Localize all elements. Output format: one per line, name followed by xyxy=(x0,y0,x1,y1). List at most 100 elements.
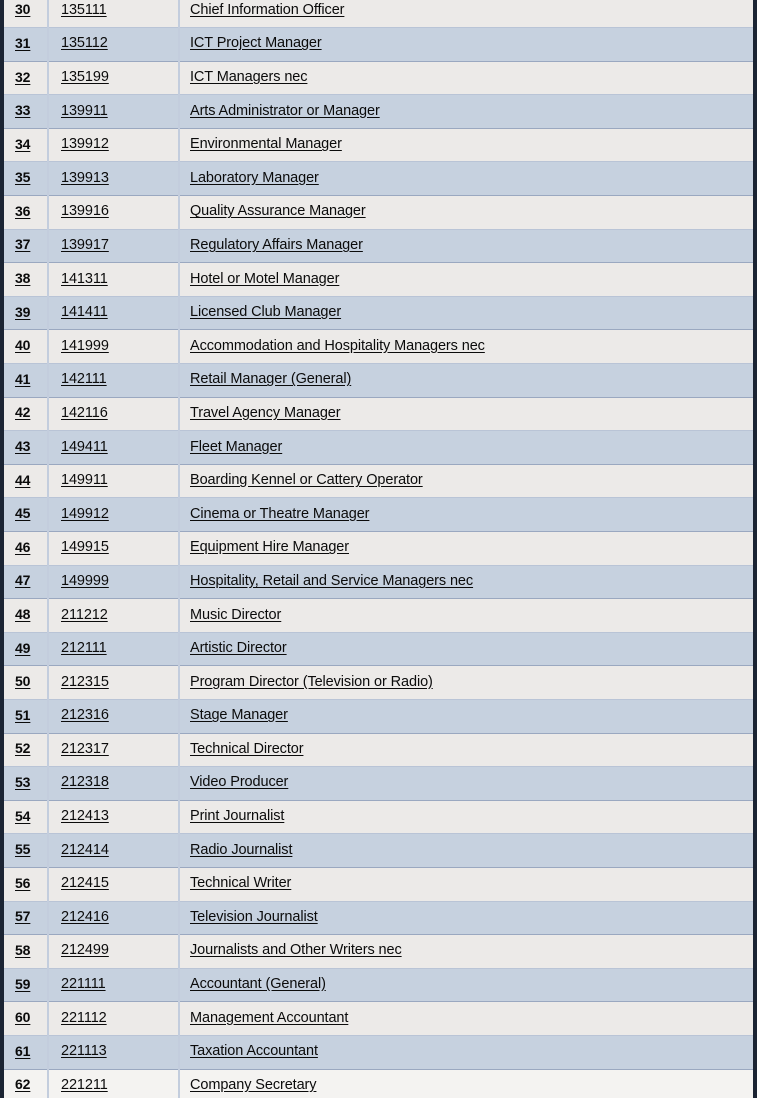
occupation-name-link[interactable]: Retail Manager (General) xyxy=(190,371,351,387)
anzsco-code-link[interactable]: 149411 xyxy=(61,439,108,455)
occupation-name-link[interactable]: Television Journalist xyxy=(190,909,318,925)
anzsco-code-link[interactable]: 135112 xyxy=(61,35,108,51)
occupation-name-link[interactable]: Chief Information Officer xyxy=(190,2,344,18)
anzsco-code-link[interactable]: 212416 xyxy=(61,909,109,925)
row-index-link[interactable]: 58 xyxy=(15,942,30,958)
occupation-name-link[interactable]: Program Director (Television or Radio) xyxy=(190,674,433,690)
row-index-link[interactable]: 47 xyxy=(15,572,30,588)
occupation-name-link[interactable]: Management Accountant xyxy=(190,1010,348,1026)
row-index-link[interactable]: 39 xyxy=(15,304,30,320)
occupation-name-link[interactable]: ICT Managers nec xyxy=(190,69,308,85)
row-index-link[interactable]: 52 xyxy=(15,740,30,756)
occupation-name-link[interactable]: Music Director xyxy=(190,607,281,623)
anzsco-code-link[interactable]: 149999 xyxy=(61,573,109,589)
row-index-link[interactable]: 34 xyxy=(15,136,30,152)
occupation-name-link[interactable]: Travel Agency Manager xyxy=(190,405,341,421)
occupation-name-link[interactable]: Technical Writer xyxy=(190,875,291,891)
row-index-link[interactable]: 40 xyxy=(15,337,30,353)
occupation-name-link[interactable]: Boarding Kennel or Cattery Operator xyxy=(190,472,423,488)
anzsco-code-link[interactable]: 139912 xyxy=(61,136,109,152)
occupation-name-link[interactable]: Journalists and Other Writers nec xyxy=(190,942,402,958)
row-index-link[interactable]: 35 xyxy=(15,169,30,185)
row-index-link[interactable]: 32 xyxy=(15,69,30,85)
anzsco-code-link[interactable]: 212317 xyxy=(61,741,109,757)
occupation-name-link[interactable]: Video Producer xyxy=(190,774,288,791)
anzsco-code-link[interactable]: 212415 xyxy=(61,875,109,891)
row-index-link[interactable]: 33 xyxy=(15,102,30,118)
row-index-link[interactable]: 57 xyxy=(15,908,30,924)
occupation-name-link[interactable]: Equipment Hire Manager xyxy=(190,539,349,555)
occupation-name-link[interactable]: Print Journalist xyxy=(190,808,284,824)
row-index-link[interactable]: 59 xyxy=(15,976,30,992)
occupation-name-link[interactable]: Taxation Accountant xyxy=(190,1043,318,1059)
row-index-link[interactable]: 46 xyxy=(15,539,30,555)
anzsco-code-link[interactable]: 212414 xyxy=(61,842,109,858)
occupation-name-link[interactable]: Accommodation and Hospitality Managers n… xyxy=(190,338,485,354)
row-index-link[interactable]: 55 xyxy=(15,841,30,857)
row-index-link[interactable]: 48 xyxy=(15,606,30,622)
anzsco-code-link[interactable]: 139911 xyxy=(61,103,108,119)
row-index-cell: 43 xyxy=(4,430,49,465)
anzsco-code-link[interactable]: 139916 xyxy=(61,203,109,219)
anzsco-code-link[interactable]: 141311 xyxy=(61,271,108,287)
occupation-name-link[interactable]: Hotel or Motel Manager xyxy=(190,271,339,287)
row-index-link[interactable]: 45 xyxy=(15,505,30,521)
anzsco-code-link[interactable]: 135199 xyxy=(61,69,109,85)
anzsco-code-link[interactable]: 139913 xyxy=(61,170,109,186)
row-index-link[interactable]: 36 xyxy=(15,203,30,219)
anzsco-code-link[interactable]: 212316 xyxy=(61,707,109,723)
occupation-name-link[interactable]: Arts Administrator or Manager xyxy=(190,103,380,119)
row-index-link[interactable]: 37 xyxy=(15,236,30,252)
occupation-name-link[interactable]: Quality Assurance Manager xyxy=(190,203,366,219)
occupation-name-link[interactable]: Radio Journalist xyxy=(190,842,292,858)
anzsco-code-link[interactable]: 221111 xyxy=(61,976,106,992)
row-index-link[interactable]: 31 xyxy=(15,35,30,51)
row-index-link[interactable]: 62 xyxy=(15,1076,30,1092)
anzsco-code-link[interactable]: 142116 xyxy=(61,405,108,421)
occupation-name-link[interactable]: Licensed Club Manager xyxy=(190,304,341,320)
row-index-link[interactable]: 56 xyxy=(15,875,30,891)
row-index-link[interactable]: 49 xyxy=(15,640,30,656)
anzsco-code-link[interactable]: 212315 xyxy=(61,674,109,690)
anzsco-code-link[interactable]: 212413 xyxy=(61,808,109,824)
row-index-link[interactable]: 38 xyxy=(15,270,30,286)
anzsco-code-link[interactable]: 149915 xyxy=(61,539,109,555)
occupation-name-link[interactable]: Regulatory Affairs Manager xyxy=(190,237,363,253)
row-index-link[interactable]: 43 xyxy=(15,438,30,454)
row-index-link[interactable]: 44 xyxy=(15,472,30,488)
row-index-link[interactable]: 61 xyxy=(15,1043,30,1059)
anzsco-code-link[interactable]: 221113 xyxy=(61,1043,107,1059)
row-index-link[interactable]: 60 xyxy=(15,1009,30,1025)
occupation-name-link[interactable]: Cinema or Theatre Manager xyxy=(190,506,369,522)
anzsco-code-link[interactable]: 212318 xyxy=(61,774,109,791)
anzsco-code-link[interactable]: 141411 xyxy=(61,304,108,320)
occupation-name-link[interactable]: Environmental Manager xyxy=(190,136,342,152)
anzsco-code-link[interactable]: 142111 xyxy=(61,371,107,387)
row-index-link[interactable]: 53 xyxy=(15,774,30,790)
occupation-name-link[interactable]: Stage Manager xyxy=(190,707,288,723)
anzsco-code-link[interactable]: 149912 xyxy=(61,506,109,522)
occupation-name-link[interactable]: ICT Project Manager xyxy=(190,35,322,51)
occupation-name-link[interactable]: Company Secretary xyxy=(190,1077,317,1093)
row-index-link[interactable]: 30 xyxy=(15,1,30,17)
row-index-link[interactable]: 41 xyxy=(15,371,30,387)
occupation-name-link[interactable]: Hospitality, Retail and Service Managers… xyxy=(190,573,473,589)
occupation-name-link[interactable]: Accountant (General) xyxy=(190,976,326,992)
occupation-name-link[interactable]: Artistic Director xyxy=(190,640,287,656)
occupation-name-link[interactable]: Fleet Manager xyxy=(190,439,282,455)
row-index-link[interactable]: 42 xyxy=(15,404,30,420)
anzsco-code-link[interactable]: 212111 xyxy=(61,640,107,656)
row-index-link[interactable]: 51 xyxy=(15,707,30,723)
row-index-link[interactable]: 54 xyxy=(15,808,30,824)
anzsco-code-link[interactable]: 212499 xyxy=(61,942,109,958)
anzsco-code-link[interactable]: 141999 xyxy=(61,338,109,354)
anzsco-code-link[interactable]: 211212 xyxy=(61,607,108,623)
anzsco-code-link[interactable]: 149911 xyxy=(61,472,108,488)
occupation-name-link[interactable]: Technical Director xyxy=(190,741,304,757)
anzsco-code-link[interactable]: 135111 xyxy=(61,2,107,18)
row-index-link[interactable]: 50 xyxy=(15,673,30,689)
occupation-name-link[interactable]: Laboratory Manager xyxy=(190,170,319,186)
anzsco-code-link[interactable]: 221211 xyxy=(61,1077,108,1093)
anzsco-code-link[interactable]: 221112 xyxy=(61,1010,107,1026)
anzsco-code-link[interactable]: 139917 xyxy=(61,237,109,253)
